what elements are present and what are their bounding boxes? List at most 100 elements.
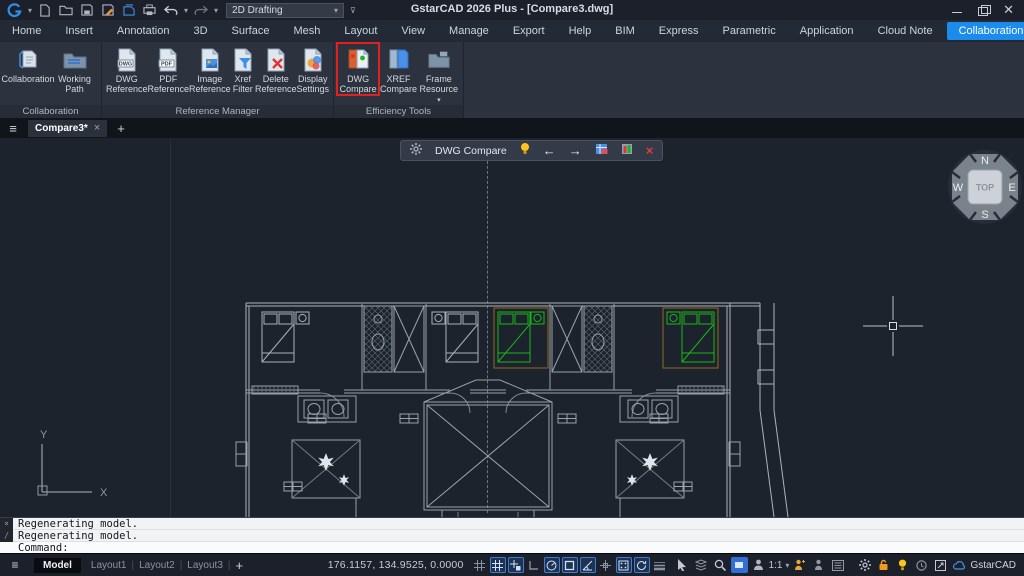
polar-tracking-icon[interactable] bbox=[544, 557, 560, 573]
image-reference-button[interactable]: Image Reference bbox=[189, 44, 231, 94]
layout3-tab[interactable]: Layout3 bbox=[187, 560, 223, 571]
tab-3d[interactable]: 3D bbox=[181, 22, 219, 40]
otrack-icon[interactable] bbox=[598, 557, 614, 573]
tab-parametric[interactable]: Parametric bbox=[711, 22, 788, 40]
tab-help[interactable]: Help bbox=[557, 22, 604, 40]
undo-caret-icon[interactable]: ▾ bbox=[184, 6, 188, 15]
annotation-scale-dropdown[interactable]: 1:1▾ bbox=[769, 560, 790, 571]
command-line-panel[interactable]: × ∕ Regenerating model. Regenerating mod… bbox=[0, 517, 1024, 553]
tab-bim[interactable]: BIM bbox=[603, 22, 647, 40]
save-all-icon[interactable] bbox=[120, 3, 137, 18]
document-tab-compare3[interactable]: Compare3* × bbox=[28, 120, 107, 137]
layout2-tab[interactable]: Layout2 bbox=[139, 560, 175, 571]
new-layout-button[interactable]: + bbox=[236, 558, 244, 573]
workspace-switch-icon[interactable] bbox=[731, 557, 748, 573]
snap-mode-icon[interactable] bbox=[508, 557, 524, 573]
lock-ui-icon[interactable] bbox=[875, 557, 892, 573]
tab-layout[interactable]: Layout bbox=[332, 22, 389, 40]
annotation-visibility-icon[interactable] bbox=[791, 557, 808, 573]
workspace-caret-icon: ▾ bbox=[334, 6, 338, 15]
tab-express[interactable]: Express bbox=[647, 22, 711, 40]
tab-export[interactable]: Export bbox=[501, 22, 557, 40]
frame-resource-button[interactable]: Frame Resource ▾ bbox=[419, 44, 459, 105]
save-icon[interactable] bbox=[78, 3, 95, 18]
tab-collaboration[interactable]: Collaboration bbox=[947, 22, 1024, 40]
plot-icon[interactable] bbox=[141, 3, 158, 18]
view-cube[interactable]: TOP N E S W bbox=[946, 148, 1024, 226]
delete-reference-button[interactable]: Delete Reference bbox=[255, 44, 297, 94]
minimize-button[interactable] bbox=[951, 5, 963, 15]
xref-compare-button[interactable]: XREF Compare bbox=[378, 44, 418, 94]
app-logo-icon[interactable] bbox=[6, 3, 23, 18]
status-tools: 1:1▾ bbox=[674, 557, 847, 573]
tab-mesh[interactable]: Mesh bbox=[281, 22, 332, 40]
status-toggles bbox=[472, 557, 668, 573]
annotation-monitor-icon[interactable] bbox=[750, 557, 767, 573]
selection-cursor-icon[interactable] bbox=[674, 557, 691, 573]
gear-icon[interactable] bbox=[856, 557, 873, 573]
tab-close-icon[interactable]: × bbox=[94, 122, 100, 134]
customize-toolbar-icon[interactable]: ⊽ bbox=[350, 6, 356, 15]
save-as-icon[interactable] bbox=[99, 3, 116, 18]
tab-cloud-note[interactable]: Cloud Note bbox=[866, 22, 945, 40]
new-document-tab-button[interactable]: + bbox=[117, 121, 125, 136]
export-table-icon[interactable] bbox=[595, 142, 608, 160]
status-bar: ≡ Model Layout1| Layout2| Layout3| + 176… bbox=[0, 553, 1024, 576]
object-snap-icon[interactable] bbox=[562, 557, 578, 573]
close-button[interactable]: ✕ bbox=[1003, 5, 1014, 15]
drawing-canvas[interactable]: DWG Compare ← → × TO bbox=[0, 138, 1024, 517]
window-controls: ✕ bbox=[951, 5, 1024, 15]
tab-insert[interactable]: Insert bbox=[53, 22, 105, 40]
status-menu-icon[interactable]: ≡ bbox=[6, 558, 24, 572]
working-path-button[interactable]: Working Path bbox=[52, 44, 97, 94]
app-menu-caret-icon[interactable]: ▾ bbox=[28, 6, 32, 15]
bulb-icon[interactable] bbox=[520, 142, 530, 160]
close-history-icon[interactable]: × bbox=[4, 518, 9, 530]
grid-snap-icon[interactable] bbox=[490, 557, 506, 573]
ortho-icon[interactable] bbox=[526, 557, 542, 573]
display-settings-button[interactable]: Display Settings bbox=[296, 44, 329, 94]
xref-filter-button[interactable]: Xref Filter bbox=[231, 44, 255, 94]
previous-difference-icon[interactable]: ← bbox=[543, 144, 556, 157]
angle-snap-icon[interactable] bbox=[580, 557, 596, 573]
zoom-icon[interactable] bbox=[712, 557, 729, 573]
tab-manage[interactable]: Manage bbox=[437, 22, 501, 40]
tab-annotation[interactable]: Annotation bbox=[105, 22, 182, 40]
canvas-divider bbox=[170, 138, 171, 517]
restore-button[interactable] bbox=[977, 5, 989, 15]
dwg-reference-button[interactable]: DWG DWG Reference bbox=[106, 44, 148, 94]
auto-annotation-icon[interactable] bbox=[810, 557, 827, 573]
compare-report-icon[interactable] bbox=[621, 142, 633, 160]
redo-caret-icon[interactable]: ▾ bbox=[214, 6, 218, 15]
cycle-select-icon[interactable] bbox=[634, 557, 650, 573]
clean-screen-icon[interactable] bbox=[932, 557, 949, 573]
pdf-reference-button[interactable]: PDF PDF Reference bbox=[148, 44, 190, 94]
dwg-compare-button[interactable]: DWG Compare bbox=[338, 44, 378, 94]
layout1-tab[interactable]: Layout1 bbox=[91, 560, 127, 571]
undo-icon[interactable] bbox=[162, 3, 179, 18]
osnap-settings-icon[interactable] bbox=[616, 557, 632, 573]
collaboration-button[interactable]: Collaboration bbox=[4, 44, 52, 84]
redo-icon[interactable] bbox=[192, 3, 209, 18]
tab-home[interactable]: Home bbox=[0, 22, 53, 40]
hardware-acceleration-bulb-icon[interactable] bbox=[894, 557, 911, 573]
open-folder-icon[interactable] bbox=[57, 3, 74, 18]
clock-icon[interactable] bbox=[913, 557, 930, 573]
close-icon[interactable]: × bbox=[646, 144, 654, 157]
lineweight-icon[interactable] bbox=[652, 557, 668, 573]
next-difference-icon[interactable]: → bbox=[569, 144, 582, 157]
model-tab[interactable]: Model bbox=[34, 558, 81, 573]
edit-history-icon[interactable]: ∕ bbox=[4, 530, 9, 542]
doc-tab-menu-icon[interactable]: ≡ bbox=[4, 121, 22, 136]
ribbon-tab-bar: Home Insert Annotation 3D Surface Mesh L… bbox=[0, 20, 1024, 42]
tab-view[interactable]: View bbox=[389, 22, 437, 40]
properties-list-icon[interactable] bbox=[829, 557, 846, 573]
isolate-objects-icon[interactable] bbox=[693, 557, 710, 573]
new-file-icon[interactable] bbox=[36, 3, 53, 18]
tab-application[interactable]: Application bbox=[788, 22, 866, 40]
gear-icon[interactable] bbox=[410, 142, 422, 160]
workspace-dropdown[interactable]: 2D Drafting ▾ bbox=[226, 3, 344, 18]
cloud-settings-icon[interactable] bbox=[951, 557, 968, 573]
grid-display-icon[interactable] bbox=[472, 557, 488, 573]
tab-surface[interactable]: Surface bbox=[220, 22, 282, 40]
